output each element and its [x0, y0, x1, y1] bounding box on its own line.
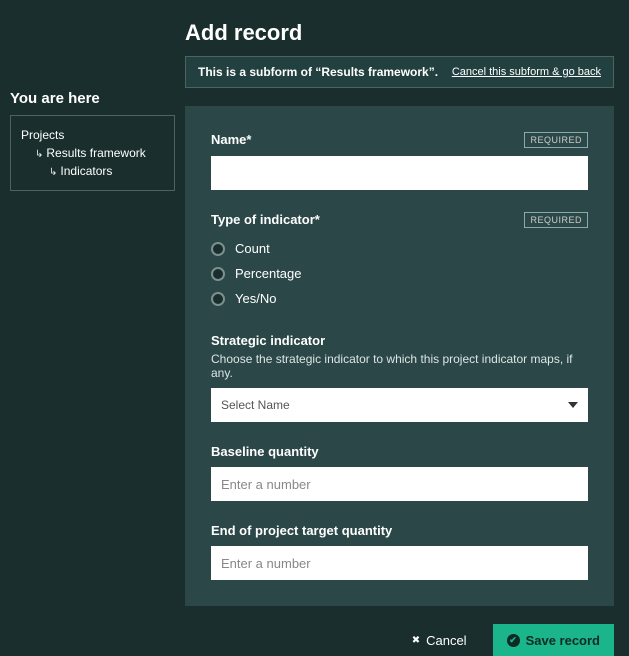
close-icon: ✖ [412, 635, 420, 646]
arrow-icon: ↳ [35, 147, 43, 162]
name-input[interactable] [211, 156, 588, 190]
footer-actions: ✖ Cancel ✔ Save record [185, 606, 614, 656]
breadcrumb-item-results-framework[interactable]: ↳Results framework [21, 144, 164, 162]
field-strategic: Strategic indicator Choose the strategic… [211, 333, 588, 422]
radio-count[interactable]: Count [211, 236, 588, 261]
sidebar: You are here Projects ↳Results framework… [0, 0, 185, 635]
main-content: Add record This is a subform of “Results… [185, 0, 629, 635]
breadcrumb: Projects ↳Results framework ↳Indicators [10, 115, 175, 191]
arrow-icon: ↳ [49, 165, 57, 180]
breadcrumb-item-projects[interactable]: Projects [21, 126, 164, 144]
radio-icon [211, 242, 225, 256]
required-badge: REQUIRED [524, 132, 588, 148]
required-badge: REQUIRED [524, 212, 588, 228]
baseline-input[interactable] [211, 467, 588, 501]
field-target: End of project target quantity [211, 523, 588, 580]
field-name: Name* REQUIRED [211, 132, 588, 190]
cancel-button[interactable]: ✖ Cancel [398, 624, 481, 656]
breadcrumb-item-indicators[interactable]: ↳Indicators [21, 162, 164, 180]
select-placeholder: Select Name [221, 398, 290, 412]
radio-percentage[interactable]: Percentage [211, 261, 588, 286]
form-panel: Name* REQUIRED Type of indicator* REQUIR… [185, 106, 614, 606]
radio-icon [211, 267, 225, 281]
strategic-select[interactable]: Select Name [211, 388, 588, 422]
check-circle-icon: ✔ [507, 634, 520, 647]
name-label: Name* [211, 132, 251, 147]
field-baseline: Baseline quantity [211, 444, 588, 501]
target-label: End of project target quantity [211, 523, 392, 538]
you-are-here-heading: You are here [10, 90, 175, 107]
save-button[interactable]: ✔ Save record [493, 624, 614, 656]
cancel-subform-link[interactable]: Cancel this subform & go back [452, 66, 601, 78]
chevron-down-icon [568, 402, 578, 408]
subform-notice: This is a subform of “Results framework”… [185, 56, 614, 88]
radio-yesno[interactable]: Yes/No [211, 286, 588, 311]
target-input[interactable] [211, 546, 588, 580]
page-title: Add record [185, 20, 614, 46]
type-label: Type of indicator* [211, 212, 320, 227]
type-radio-group: Count Percentage Yes/No [211, 236, 588, 311]
field-type: Type of indicator* REQUIRED Count Percen… [211, 212, 588, 311]
subform-message: This is a subform of “Results framework”… [198, 65, 438, 79]
baseline-label: Baseline quantity [211, 444, 319, 459]
strategic-label: Strategic indicator [211, 333, 325, 348]
radio-icon [211, 292, 225, 306]
strategic-helper: Choose the strategic indicator to which … [211, 352, 588, 380]
